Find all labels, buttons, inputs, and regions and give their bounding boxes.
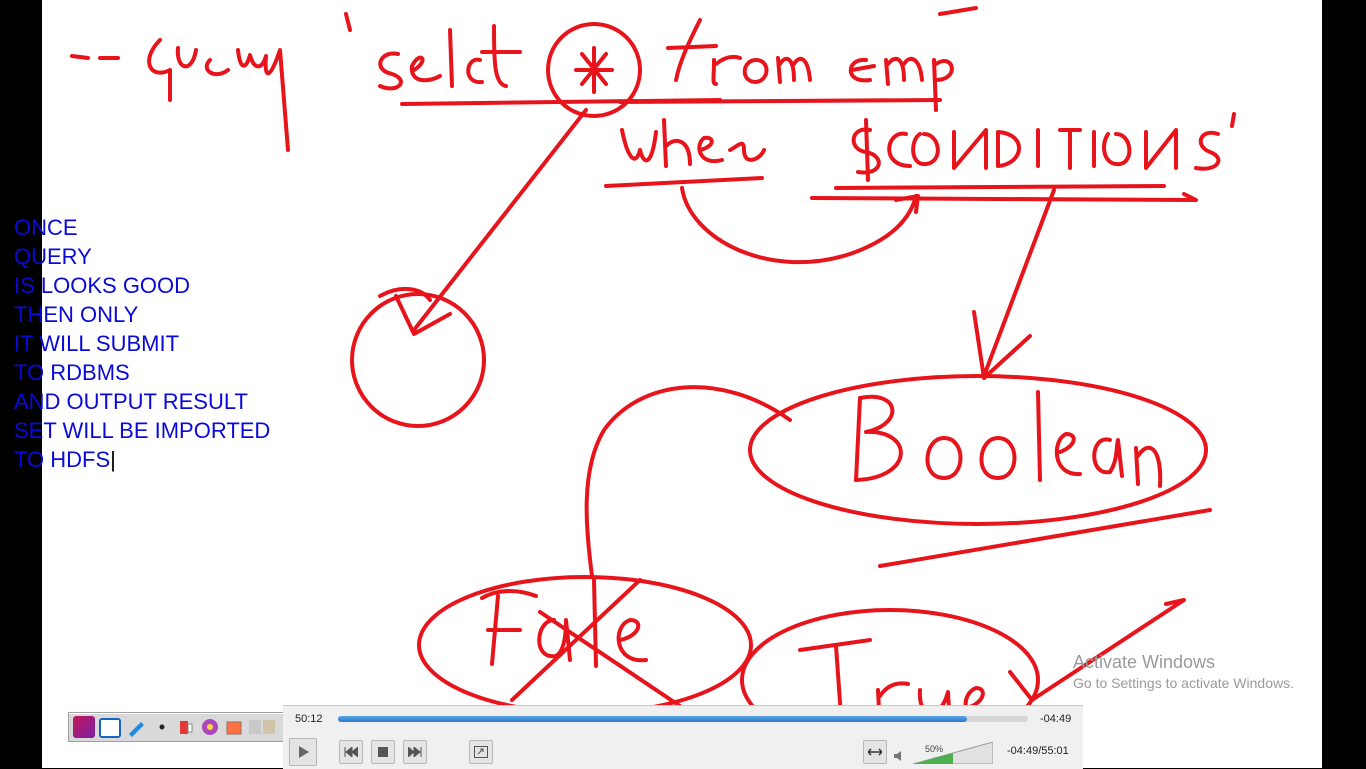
elapsed-time: 50:12 [295,713,323,725]
ink-curve-false [584,385,792,578]
ink-underline-boolean [878,508,1212,568]
notes-line: SET WILL BE IMPORTED [14,418,271,443]
previous-button[interactable] [339,740,363,764]
stop-button[interactable] [371,740,395,764]
stop-icon [378,747,388,757]
fullscreen-button[interactable] [469,740,493,764]
ink-circle-empty [350,292,486,428]
ink-word-query [147,38,290,152]
seek-bar[interactable] [338,716,1028,722]
media-player-controls: 50:12 -04:49 50% -04:49/55:01 [283,705,1083,769]
text-cursor: | [110,447,116,472]
notes-text-overlay: ONCE QUERY IS LOOKS GOOD THEN ONLY IT WI… [14,213,270,474]
seek-bar-fill [338,716,968,722]
watermark-subtitle: Go to Settings to activate Windows. [1073,675,1294,691]
ink-underline-conditions [810,184,1198,202]
drawing-toolbar [68,712,288,742]
pen-icon[interactable] [125,716,147,738]
remaining-time: -04:49 [1040,713,1072,725]
notes-line: QUERY [14,244,92,269]
volume-label: 50% [925,744,944,754]
more-tools-icon[interactable] [247,716,275,738]
notes-line: IT WILL SUBMIT [14,331,180,356]
color-icon[interactable] [223,716,245,738]
eraser-icon[interactable] [199,716,221,738]
watermark-title: Activate Windows [1073,652,1216,672]
play-icon [299,746,309,758]
ink-word-conditions [887,112,1236,171]
next-button[interactable] [403,740,427,764]
ink-quote-1 [344,12,352,32]
ink-arrow-conditions [972,188,1056,380]
ink-ellipse-false [417,575,753,715]
presentation-icon[interactable] [73,716,95,738]
next-icon [408,747,422,757]
ink-star [574,46,614,94]
notes-line-text: TO HDFS [14,447,111,472]
fullscreen-icon [474,746,488,758]
ink-word-emp [848,6,978,112]
ink-word-boolean [854,390,1163,488]
screen-icon[interactable] [99,718,121,738]
ink-word-where [620,118,766,168]
ink-dash [70,54,120,60]
ink-word-select [378,24,522,91]
speaker-icon[interactable] [893,750,905,762]
previous-icon [344,747,358,757]
dot-icon[interactable] [151,716,173,738]
play-button[interactable] [289,738,317,766]
time-total: -04:49/55:01 [1007,745,1069,757]
activate-windows-watermark: Activate Windows Go to Settings to activ… [1073,652,1294,694]
notes-line: IS LOOKS GOOD [14,273,191,298]
notes-line: AND OUTPUT RESULT [14,389,248,414]
playlist-button[interactable] [863,740,887,764]
notes-line: ONCE [14,215,78,240]
notes-line: THEN ONLY [14,302,139,327]
highlighter-icon[interactable] [175,716,197,738]
ink-arrow-star [394,108,588,336]
playlist-icon [868,748,882,756]
ink-dollar [851,118,881,182]
notes-line: TO RDBMS [14,360,130,385]
notes-line: TO HDFS| [14,445,270,474]
ink-underline-where [604,176,764,188]
ink-underline-from-emp [618,98,942,104]
ink-word-from [666,18,812,86]
